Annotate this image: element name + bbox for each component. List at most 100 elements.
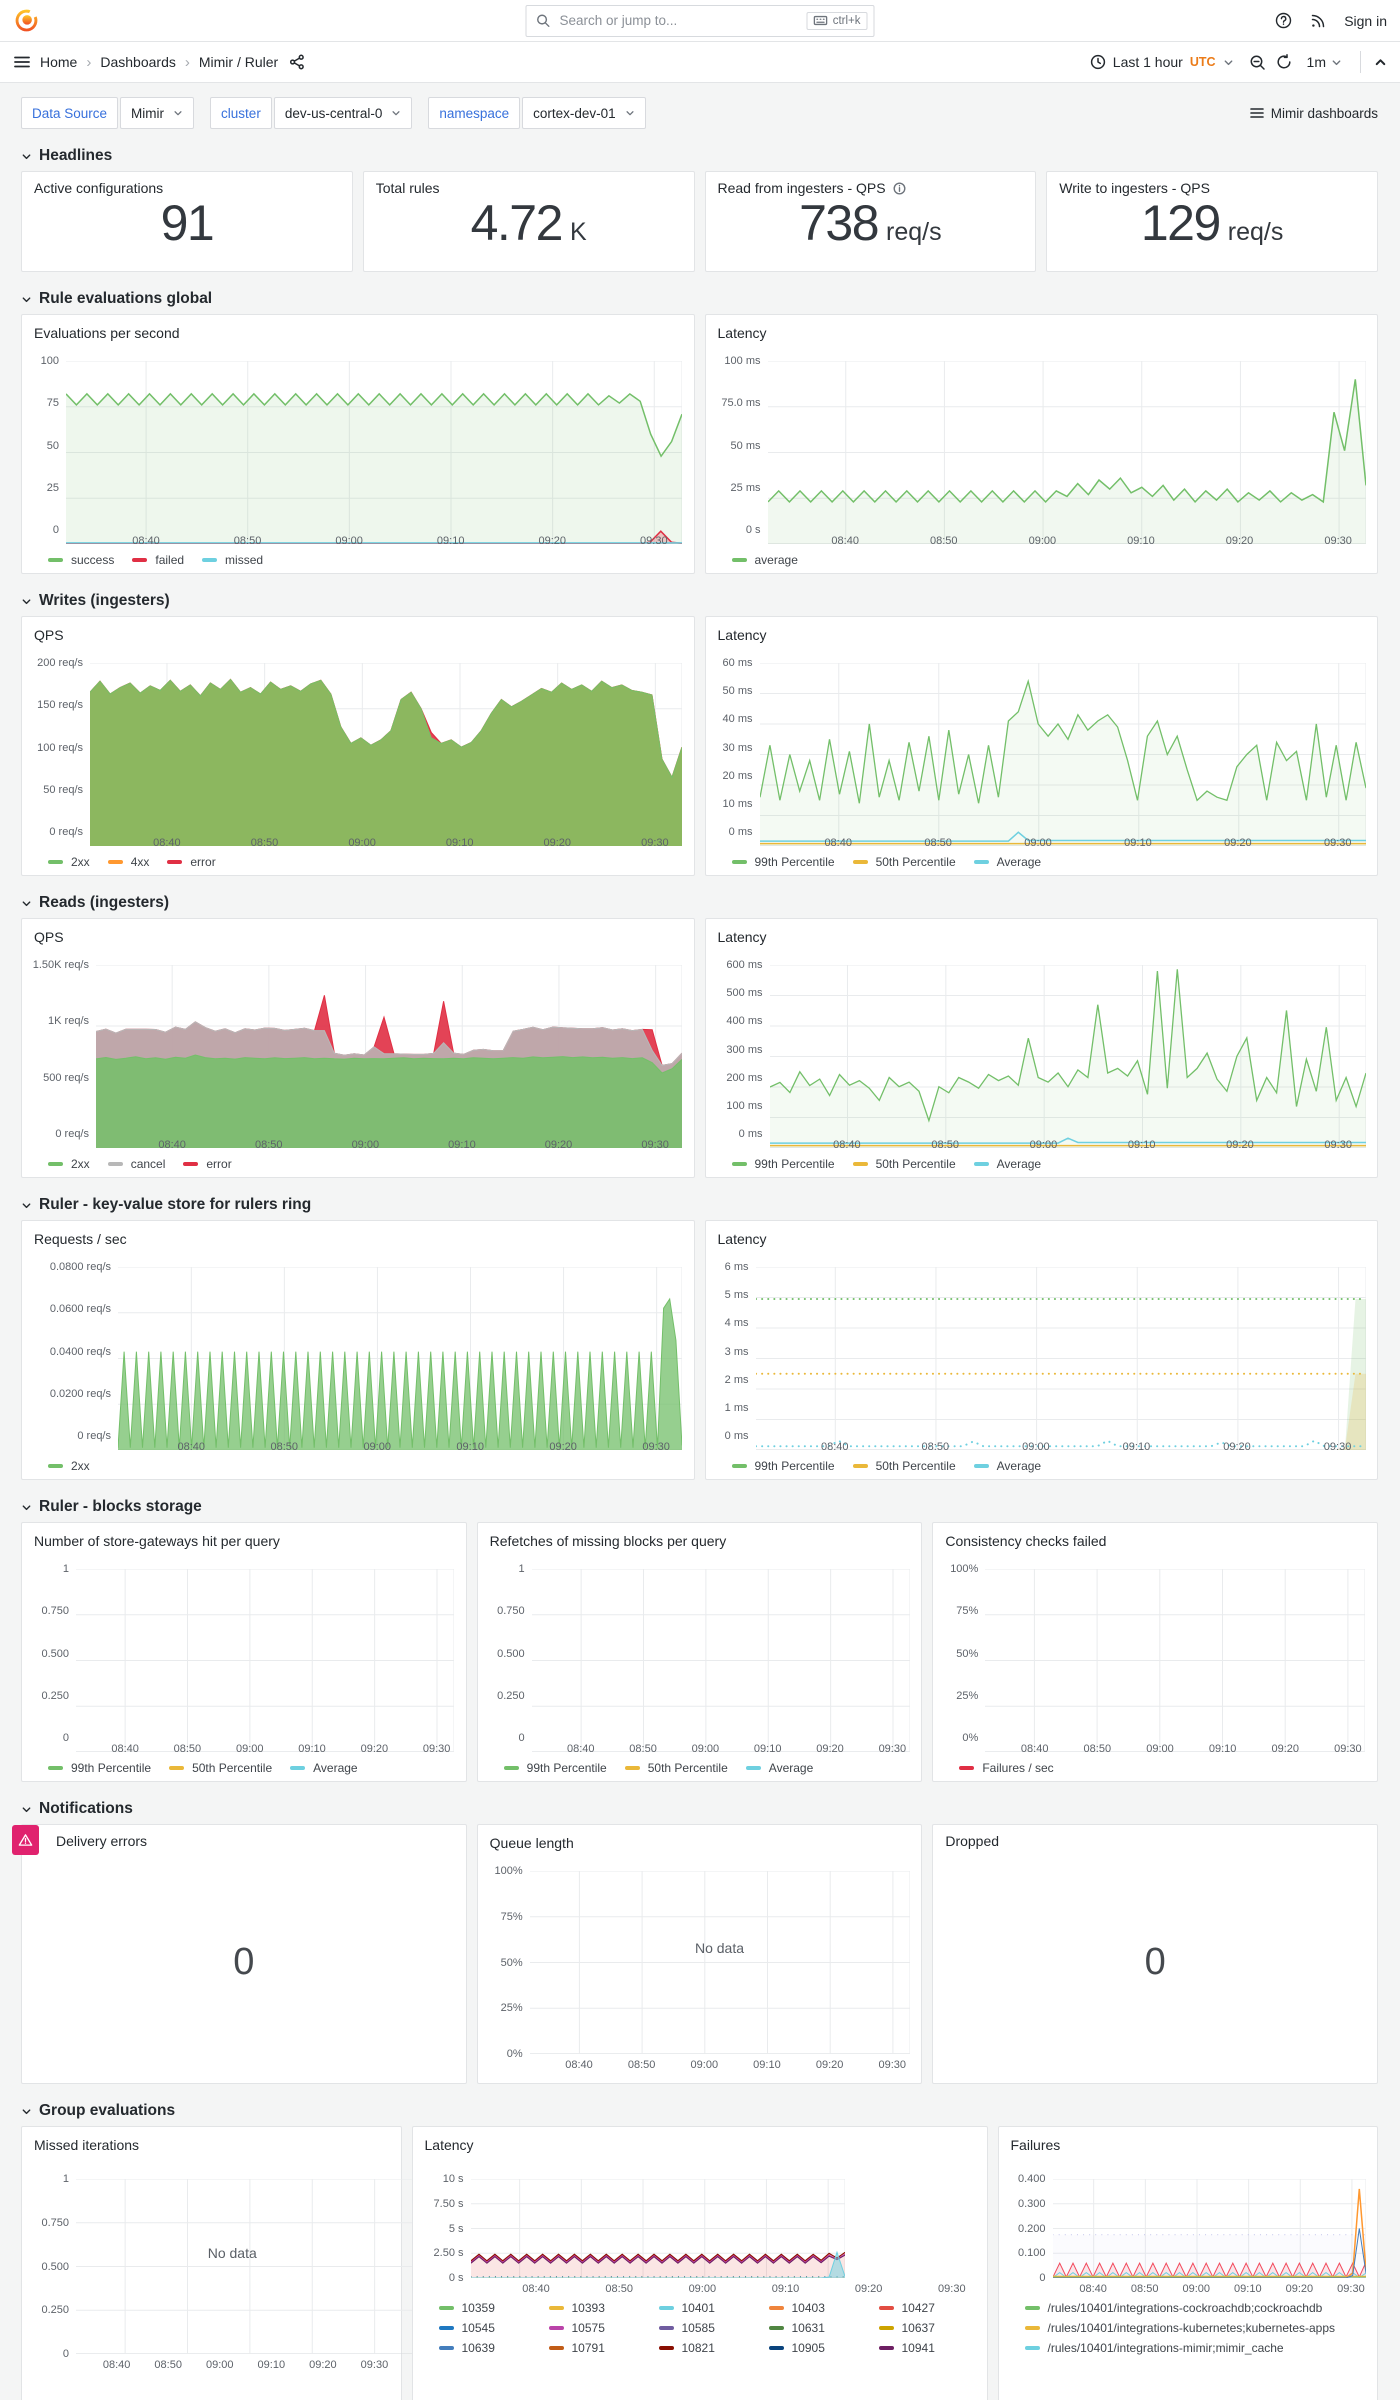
datasource-picker[interactable]: Mimir bbox=[120, 97, 195, 129]
legend-item[interactable]: 99th Percentile bbox=[48, 1761, 151, 1775]
chart-canvas[interactable] bbox=[96, 965, 682, 1148]
mega-menu-icon[interactable] bbox=[13, 53, 31, 71]
panel-title[interactable]: Evaluations per second bbox=[34, 323, 682, 343]
legend-item[interactable]: Average bbox=[973, 1157, 1041, 1171]
share-icon[interactable] bbox=[289, 54, 305, 70]
panel-title[interactable]: Latency bbox=[425, 2135, 975, 2155]
legend-item[interactable]: average bbox=[731, 553, 798, 567]
panel-title[interactable]: QPS bbox=[34, 927, 682, 947]
legend-item[interactable]: Average bbox=[290, 1761, 358, 1775]
legend-item[interactable]: Average bbox=[745, 1761, 813, 1775]
panel-title[interactable]: Number of store-gateways hit per query bbox=[34, 1531, 454, 1551]
search-box[interactable]: ctrl+k bbox=[525, 4, 875, 37]
legend-item[interactable]: 10585 bbox=[658, 2321, 755, 2335]
chart-canvas[interactable] bbox=[90, 663, 682, 846]
legend-item[interactable]: 10393 bbox=[548, 2301, 645, 2315]
panel-title[interactable]: Latency bbox=[718, 323, 1366, 343]
legend-item[interactable]: 10791 bbox=[548, 2341, 645, 2355]
section-writes[interactable]: Writes (ingesters) bbox=[21, 592, 1378, 610]
legend-item[interactable]: failed bbox=[132, 553, 184, 567]
section-reads[interactable]: Reads (ingesters) bbox=[21, 894, 1378, 912]
panel-title[interactable]: Consistency checks failed bbox=[945, 1531, 1365, 1551]
chart-canvas[interactable] bbox=[1052, 2179, 1366, 2278]
legend-item[interactable]: 10575 bbox=[548, 2321, 645, 2335]
legend-item[interactable]: 10821 bbox=[658, 2341, 755, 2355]
chart-canvas[interactable] bbox=[769, 965, 1366, 1148]
legend-item[interactable]: 50th Percentile bbox=[852, 1459, 956, 1473]
search-input[interactable] bbox=[557, 12, 800, 29]
legend-item[interactable]: 10401 bbox=[658, 2301, 755, 2315]
alert-state-badge[interactable] bbox=[12, 1825, 39, 1855]
panel-title[interactable]: Active configurations bbox=[34, 180, 340, 196]
chart-canvas[interactable] bbox=[985, 1569, 1366, 1752]
legend-item[interactable]: 99th Percentile bbox=[731, 1459, 835, 1473]
section-rule-evaluations[interactable]: Rule evaluations global bbox=[21, 290, 1378, 308]
legend-item[interactable]: 99th Percentile bbox=[731, 1157, 835, 1171]
panel-title[interactable]: Write to ingesters - QPS bbox=[1059, 180, 1365, 196]
zoom-out-icon[interactable] bbox=[1249, 54, 1266, 71]
legend-item[interactable]: 4xx bbox=[107, 855, 149, 869]
panel-title[interactable]: Missed iterations bbox=[34, 2135, 389, 2155]
cluster-picker[interactable]: dev-us-central-0 bbox=[273, 97, 413, 129]
refresh-interval-picker[interactable]: 1m bbox=[1302, 47, 1347, 77]
info-icon[interactable] bbox=[893, 182, 906, 195]
legend-item[interactable]: 2xx bbox=[48, 855, 90, 869]
chart-canvas[interactable] bbox=[66, 361, 682, 544]
panel-title[interactable]: Delivery errors bbox=[34, 1833, 454, 1849]
legend-item[interactable]: 99th Percentile bbox=[731, 855, 835, 869]
section-kv-store[interactable]: Ruler - key-value store for rulers ring bbox=[21, 1196, 1378, 1214]
panel-title[interactable]: Requests / sec bbox=[34, 1229, 682, 1249]
legend-item[interactable]: error bbox=[183, 1157, 232, 1171]
legend-item[interactable]: Average bbox=[973, 855, 1041, 869]
sign-in-link[interactable]: Sign in bbox=[1344, 13, 1387, 29]
panel-title[interactable]: QPS bbox=[34, 625, 682, 645]
chart-canvas[interactable] bbox=[529, 1871, 910, 2054]
section-blocks-storage[interactable]: Ruler - blocks storage bbox=[21, 1498, 1378, 1516]
legend-item[interactable]: 50th Percentile bbox=[852, 1157, 956, 1171]
panel-title[interactable]: Total rules bbox=[376, 180, 682, 196]
chart-canvas[interactable] bbox=[118, 1267, 682, 1450]
news-rss-icon[interactable] bbox=[1310, 13, 1326, 29]
legend-item[interactable]: Average bbox=[973, 1459, 1041, 1473]
legend-item[interactable]: 50th Percentile bbox=[852, 855, 956, 869]
section-notifications[interactable]: Notifications bbox=[21, 1800, 1378, 1818]
chart-canvas[interactable] bbox=[76, 2179, 454, 2354]
legend-item[interactable]: 50th Percentile bbox=[624, 1761, 728, 1775]
legend-item[interactable]: 10631 bbox=[768, 2321, 865, 2335]
legend-item[interactable]: Failures / sec bbox=[959, 1761, 1054, 1775]
legend-item[interactable]: error bbox=[167, 855, 216, 869]
chart-canvas[interactable] bbox=[759, 663, 1366, 846]
chart-canvas[interactable] bbox=[76, 1569, 454, 1752]
panel-title[interactable]: Refetches of missing blocks per query bbox=[490, 1531, 910, 1551]
legend-item[interactable]: 10545 bbox=[438, 2321, 535, 2335]
legend-item[interactable]: missed bbox=[202, 553, 263, 567]
panel-title[interactable]: Failures bbox=[1011, 2135, 1366, 2155]
legend-item[interactable]: 2xx bbox=[48, 1157, 90, 1171]
legend-item[interactable]: cancel bbox=[107, 1157, 165, 1171]
legend-item[interactable]: 99th Percentile bbox=[503, 1761, 607, 1775]
legend-item[interactable]: 10359 bbox=[438, 2301, 535, 2315]
legend-item[interactable]: 10941 bbox=[878, 2341, 975, 2355]
chart-canvas[interactable] bbox=[767, 361, 1366, 544]
namespace-picker[interactable]: cortex-dev-01 bbox=[522, 97, 646, 129]
legend-item[interactable]: success bbox=[48, 553, 114, 567]
chart-canvas[interactable] bbox=[755, 1267, 1366, 1450]
collapse-toolbar-icon[interactable] bbox=[1374, 56, 1387, 69]
legend-item[interactable]: /rules/10401/integrations-mimir;mimir_ca… bbox=[1024, 2341, 1284, 2355]
breadcrumb-home[interactable]: Home bbox=[40, 54, 77, 70]
time-range-picker[interactable]: Last 1 hour UTC bbox=[1085, 47, 1239, 77]
panel-title[interactable]: Latency bbox=[718, 625, 1366, 645]
help-icon[interactable] bbox=[1275, 12, 1292, 29]
legend-item[interactable]: 10427 bbox=[878, 2301, 975, 2315]
legend-item[interactable]: 10905 bbox=[768, 2341, 865, 2355]
panel-title[interactable]: Queue length bbox=[490, 1833, 910, 1853]
refresh-icon[interactable] bbox=[1276, 54, 1292, 70]
chart-canvas[interactable] bbox=[470, 2179, 845, 2278]
panel-title[interactable]: Dropped bbox=[945, 1833, 1365, 1849]
section-headlines[interactable]: Headlines bbox=[21, 147, 1378, 165]
panel-title[interactable]: Latency bbox=[718, 1229, 1366, 1249]
legend-item[interactable]: 10637 bbox=[878, 2321, 975, 2335]
legend-item[interactable]: 10639 bbox=[438, 2341, 535, 2355]
legend-item[interactable]: 50th Percentile bbox=[169, 1761, 272, 1775]
legend-item[interactable]: 10403 bbox=[768, 2301, 865, 2315]
